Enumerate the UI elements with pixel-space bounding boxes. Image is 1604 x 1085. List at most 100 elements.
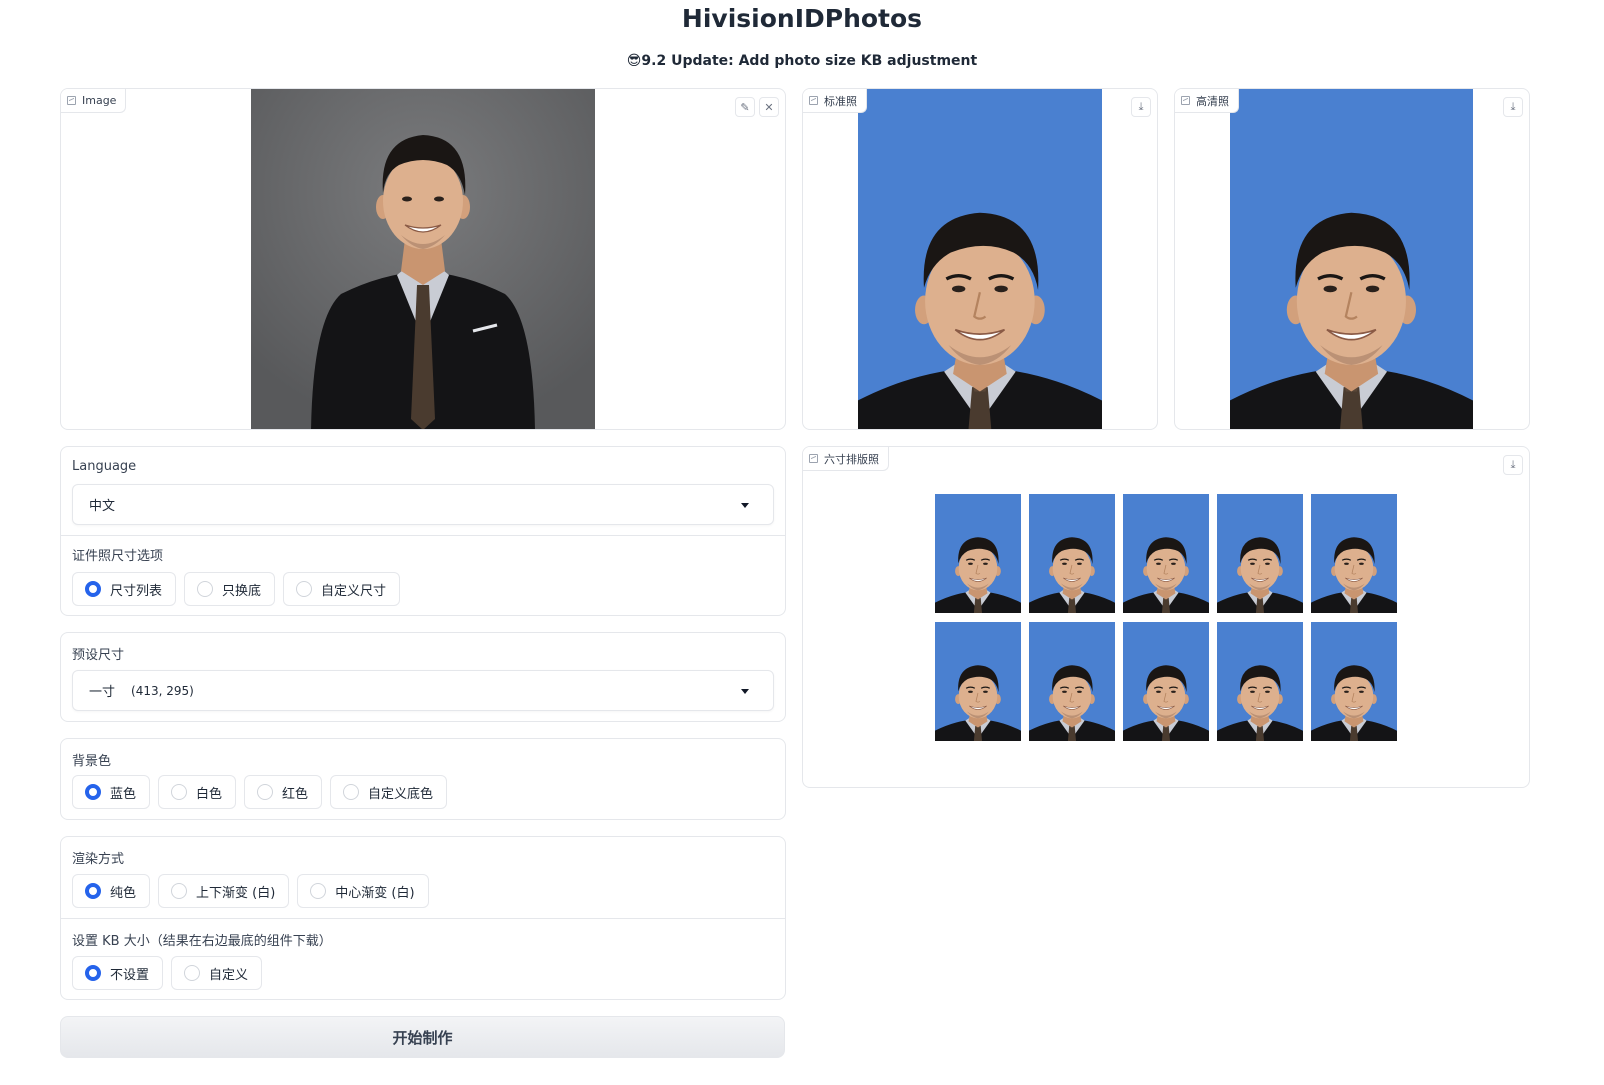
background-color-group: 蓝色 白色 红色 自定义底色 [72,775,448,809]
download-icon: ⤓ [1510,100,1516,113]
layout-photo-thumbnail [1029,494,1115,613]
radio-unchecked-icon [257,784,274,800]
kb-size-label: 设置 KB 大小（结果在右边最底的组件下载） [72,934,332,949]
download-standard-button[interactable]: ⤓ [1131,97,1151,117]
kb-size-group: 不设置 自定义 [72,956,263,990]
radio-label: 纯色 [110,885,137,901]
input-image-block[interactable]: Image ✎ ✕ [60,88,786,430]
start-button[interactable]: 开始制作 [60,1016,785,1058]
standard-photo-label-text: 标准照 [824,94,857,108]
layout-photo-thumbnail [1123,494,1209,613]
close-icon: ✕ [764,100,774,114]
layout-photo-thumbnail [1029,622,1115,741]
hd-photo [1230,89,1473,429]
image-icon [67,96,76,105]
hd-photo-label: 高清照 [1175,89,1239,113]
hd-photo-label-text: 高清照 [1196,94,1229,108]
update-notice-text: 9.2 Update: Add photo size KB adjustment [641,53,978,69]
render-and-kb-block: 渲染方式 纯色 上下渐变 (白) 中心渐变 (白) 设置 KB 大小（结果在右边… [60,836,786,1000]
background-color-label: 背景色 [72,754,112,769]
radio-unchecked-icon [171,883,188,899]
language-value: 中文 [89,499,116,514]
radio-center-gradient[interactable]: 中心渐变 (白) [297,874,429,908]
hd-photo-block: 高清照 ⤓ [1174,88,1530,430]
edit-image-button[interactable]: ✎ [735,97,755,117]
language-label: Language [72,459,137,474]
radio-label: 尺寸列表 [110,583,163,599]
preset-size-name: 一寸 [89,685,116,700]
image-icon [1181,96,1190,105]
app-title: HivisionIDPhotos [681,4,923,33]
radio-custom-kb[interactable]: 自定义 [171,956,263,990]
radio-size-list[interactable]: 尺寸列表 [72,572,177,606]
radio-checked-icon [85,784,101,800]
preset-size-label: 预设尺寸 [72,648,125,663]
background-color-block: 背景色 蓝色 白色 红色 自定义底色 [60,738,786,820]
standard-photo-block: 标准照 ⤓ [802,88,1158,430]
standard-photo [858,89,1102,429]
layout-photo-thumbnail [935,494,1021,613]
layout-photo-thumbnail [935,622,1021,741]
radio-label: 不设置 [110,967,150,983]
input-image-label: Image [61,89,127,113]
clear-image-button[interactable]: ✕ [759,97,779,117]
layout-photo-thumbnail [1217,494,1303,613]
radio-change-background-only[interactable]: 只换底 [184,572,276,606]
download-icon: ⤓ [1138,100,1144,113]
radio-label: 只换底 [222,583,262,599]
render-mode-group: 纯色 上下渐变 (白) 中心渐变 (白) [72,874,429,908]
radio-label: 中心渐变 (白) [335,885,415,901]
radio-no-kb-limit[interactable]: 不设置 [72,956,164,990]
image-icon [809,454,818,463]
chevron-down-icon [741,503,749,508]
layout-photo-thumbnail [1217,622,1303,741]
layout-photo-label-text: 六寸排版照 [824,452,879,466]
radio-unchecked-icon [171,784,188,800]
radio-label: 自定义底色 [368,786,434,802]
chevron-down-icon [741,689,749,694]
preset-size-block: 预设尺寸 一寸 (413, 295) [60,632,786,722]
radio-checked-icon [85,883,101,899]
radio-unchecked-icon [343,784,360,800]
uploaded-photo [251,89,595,429]
preset-size-dims: (413, 295) [131,683,194,698]
layout-photo-block: 六寸排版照 ⤓ [802,446,1530,788]
radio-white[interactable]: 白色 [158,775,237,809]
radio-label: 白色 [196,786,223,802]
language-and-size-block: Language 中文 证件照尺寸选项 尺寸列表 只换底 自定义尺寸 [60,446,786,616]
download-layout-button[interactable]: ⤓ [1503,455,1523,475]
radio-checked-icon [85,965,101,981]
update-notice: 😎9.2 Update: Add photo size KB adjustmen… [0,53,1604,69]
radio-blue[interactable]: 蓝色 [72,775,151,809]
layout-photo-thumbnail [1123,622,1209,741]
radio-unchecked-icon [296,581,313,597]
preset-size-dropdown[interactable]: 一寸 (413, 295) [72,670,774,711]
language-dropdown[interactable]: 中文 [72,484,774,525]
size-options-group: 尺寸列表 只换底 自定义尺寸 [72,572,401,606]
download-hd-button[interactable]: ⤓ [1503,97,1523,117]
sunglasses-emoji-icon: 😎 [626,53,642,69]
image-icon [809,96,818,105]
render-mode-label: 渲染方式 [72,852,125,867]
radio-label: 自定义 [209,967,249,983]
radio-custom-color[interactable]: 自定义底色 [330,775,448,809]
radio-label: 上下渐变 (白) [196,885,276,901]
pencil-icon: ✎ [740,100,750,114]
radio-unchecked-icon [184,965,201,981]
standard-photo-label: 标准照 [803,89,867,113]
layout-photo-label: 六寸排版照 [803,447,889,471]
radio-custom-size[interactable]: 自定义尺寸 [283,572,401,606]
radio-label: 红色 [282,786,309,802]
radio-solid[interactable]: 纯色 [72,874,151,908]
radio-red[interactable]: 红色 [244,775,323,809]
radio-vertical-gradient[interactable]: 上下渐变 (白) [158,874,290,908]
radio-label: 蓝色 [110,786,137,802]
radio-checked-icon [85,581,101,597]
radio-unchecked-icon [197,581,214,597]
layout-photo-thumbnail [1311,622,1397,741]
layout-photo-thumbnail [1311,494,1397,613]
radio-unchecked-icon [310,883,327,899]
section-divider [61,918,785,919]
size-options-label: 证件照尺寸选项 [72,549,164,564]
input-image-label-text: Image [82,94,117,107]
